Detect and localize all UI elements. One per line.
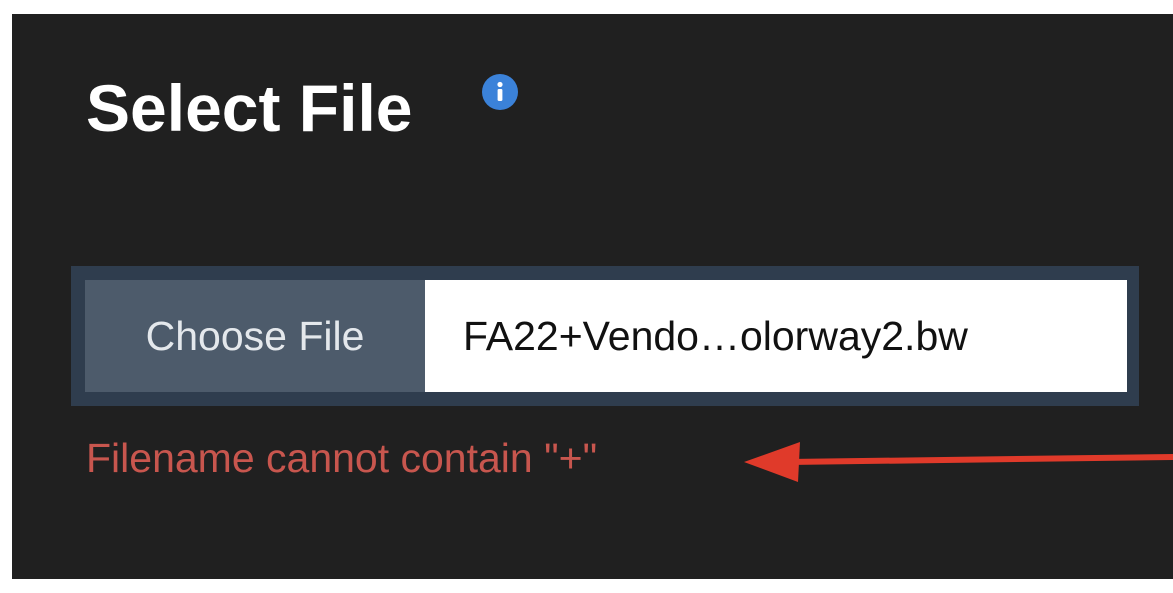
info-icon[interactable] xyxy=(482,74,518,110)
file-picker[interactable]: Choose File FA22+Vendo…olorway2.bw xyxy=(71,266,1139,406)
filename-error-message: Filename cannot contain "+" xyxy=(86,435,598,481)
choose-file-button[interactable]: Choose File xyxy=(85,280,425,392)
arrow-left-icon xyxy=(744,442,1173,482)
selected-file-name: FA22+Vendo…olorway2.bw xyxy=(425,280,1127,392)
page-title: Select File xyxy=(86,71,413,145)
info-glyph-icon xyxy=(497,81,503,101)
